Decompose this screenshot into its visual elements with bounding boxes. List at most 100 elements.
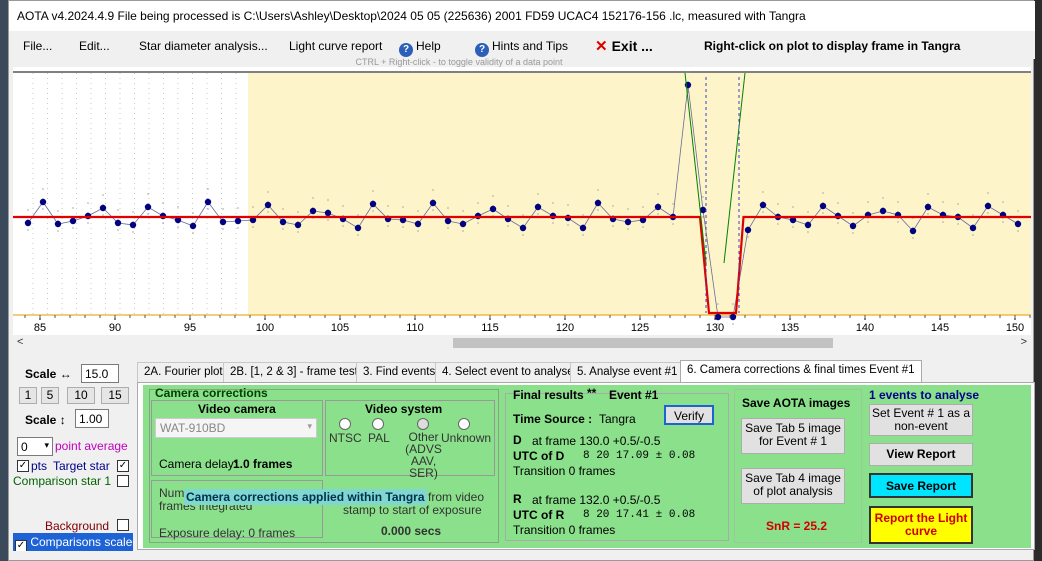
comparison-star-label: Comparison star 1	[13, 474, 112, 488]
data-point	[579, 224, 587, 232]
r-utc-value: 8 20 17.41 ± 0.08	[583, 509, 696, 521]
data-point	[414, 220, 422, 228]
data-point	[264, 201, 272, 209]
x-tick-label: 150	[1006, 322, 1024, 334]
tab-fourier[interactable]: 2A. Fourier plot	[137, 362, 230, 382]
snr-label: SnR = 25.2	[766, 519, 828, 533]
menu-help[interactable]: ? Help	[399, 39, 441, 57]
data-point	[654, 203, 662, 211]
camera-corrections-title: Camera corrections	[155, 386, 268, 400]
x-tick-label: 115	[481, 322, 499, 334]
r-frame: at frame 132.0 +0.5/-0.5	[532, 493, 661, 507]
menu-hints[interactable]: ? Hints and Tips	[475, 39, 568, 57]
report-light-curve-button[interactable]: Report the Light curve	[869, 506, 973, 544]
scroll-right-icon[interactable]: >	[1021, 336, 1027, 348]
data-point	[99, 204, 107, 212]
pts-label: pts	[31, 459, 48, 473]
other-radio[interactable]	[417, 418, 429, 430]
data-point	[729, 313, 737, 321]
camera-delay-label: Camera delay:	[159, 457, 238, 471]
x-tick-label: 120	[556, 322, 574, 334]
camera-model-value: WAT-910BD	[160, 421, 226, 435]
menu-exit[interactable]: ✕ Exit ...	[595, 37, 653, 55]
target-star-label: Target star	[53, 459, 110, 473]
d-label: D	[513, 433, 522, 447]
scale-button-1[interactable]: 1	[19, 387, 37, 404]
from-video-label: from video	[428, 490, 485, 504]
plot-controls: Scale ↔ 15.0 1 5 10 15 Scale ↕ 1.00 0 ▾ p…	[13, 361, 133, 553]
x-tick-label: 140	[856, 322, 874, 334]
ntsc-radio[interactable]	[339, 418, 351, 430]
x-tick-label: 145	[931, 322, 949, 334]
save-tab4-button[interactable]: Save Tab 4 image of plot analysis	[741, 468, 845, 504]
exposure-delay-label: Exposure delay: 0 frames	[159, 526, 296, 540]
window-title: AOTA v4.2024.4.9 File being processed is…	[17, 9, 806, 23]
data-point	[204, 198, 212, 206]
scale-v-input[interactable]: 1.00	[75, 409, 109, 428]
data-point	[54, 220, 62, 228]
plot-scrollbar[interactable]: < >	[13, 335, 1031, 351]
ntsc-label: NTSC	[329, 431, 362, 445]
data-point	[969, 224, 977, 232]
scroll-thumb[interactable]	[453, 338, 833, 348]
x-tick-label: 130	[706, 322, 724, 334]
camera-model-select[interactable]: WAT-910BD ▾	[155, 418, 317, 438]
chevron-down-icon: ▾	[44, 440, 49, 450]
point-average-label: point average	[55, 439, 128, 453]
menu-help-label: Help	[416, 39, 441, 53]
tab-analyse-event[interactable]: 5. Analyse event #1	[570, 362, 685, 382]
view-report-button[interactable]: View Report	[869, 443, 973, 466]
scroll-left-icon[interactable]: <	[17, 336, 23, 348]
data-point	[909, 227, 917, 235]
background-checkbox[interactable]	[117, 519, 129, 531]
data-point	[984, 202, 992, 210]
d-frame: at frame 130.0 +0.5/-0.5	[532, 434, 661, 448]
save-tab5-button[interactable]: Save Tab 5 image for Event # 1	[741, 418, 845, 454]
scale-button-15[interactable]: 15	[101, 387, 129, 404]
time-source-value: Tangra	[599, 412, 636, 426]
menu-edit[interactable]: Edit...	[79, 39, 110, 53]
exit-icon: ✕	[595, 38, 608, 55]
tab-find-events[interactable]: 3. Find events	[356, 362, 443, 382]
set-non-event-button[interactable]: Set Event # 1 as a non-event	[869, 404, 973, 436]
r-label: R	[513, 492, 522, 506]
menu-light-curve-report[interactable]: Light curve report	[289, 39, 382, 53]
data-point	[69, 217, 77, 225]
data-point	[294, 221, 302, 229]
light-curve-plot[interactable]: 85 90 95 100 105 110 115 120 125 130 135 140 145 150	[13, 67, 1031, 335]
unknown-label: Unknown	[441, 431, 492, 445]
d-transition: Transition 0 frames	[513, 464, 616, 478]
comparisons-scaled-row[interactable]: ✓ Comparisons scaled	[13, 533, 133, 551]
menu-bar: File... Edit... Star diameter analysis..…	[9, 31, 1035, 59]
comparisons-scaled-checkbox[interactable]: ✓	[15, 540, 27, 551]
verify-button[interactable]: Verify	[664, 405, 714, 425]
help-icon: ?	[399, 43, 413, 57]
data-point	[804, 221, 812, 229]
unknown-radio[interactable]	[458, 418, 470, 430]
point-average-select[interactable]: 0 ▾	[17, 437, 53, 456]
scale-button-10[interactable]: 10	[67, 387, 95, 404]
data-point	[189, 222, 197, 230]
scale-button-5[interactable]: 5	[41, 387, 59, 404]
save-report-button[interactable]: Save Report	[869, 473, 973, 498]
comparison-star-checkbox[interactable]	[117, 475, 129, 487]
data-point	[114, 219, 122, 227]
data-point	[24, 219, 32, 227]
target-star-checkbox[interactable]: ✓	[117, 460, 129, 472]
menu-star-diameter[interactable]: Star diameter analysis...	[139, 39, 268, 53]
menu-file[interactable]: File...	[23, 39, 52, 53]
data-point	[369, 200, 377, 208]
tab-frame-test[interactable]: 2B. [1, 2 & 3] - frame test	[223, 362, 365, 382]
data-point	[444, 217, 452, 225]
scale-h-input[interactable]: 15.0	[81, 364, 119, 383]
x-tick-label: 105	[331, 322, 349, 334]
tab-camera-corrections[interactable]: 6. Camera corrections & final times Even…	[680, 360, 922, 382]
tab-select-event[interactable]: 4. Select event to analyse	[435, 362, 581, 382]
pts-checkbox[interactable]: ✓	[17, 460, 29, 472]
menu-exit-label: Exit ...	[611, 38, 653, 54]
data-point	[744, 226, 752, 234]
data-point	[279, 218, 287, 226]
desktop-edge	[0, 0, 8, 561]
pal-radio[interactable]	[372, 418, 384, 430]
d-utc-value: 8 20 17.09 ± 0.08	[583, 450, 696, 462]
